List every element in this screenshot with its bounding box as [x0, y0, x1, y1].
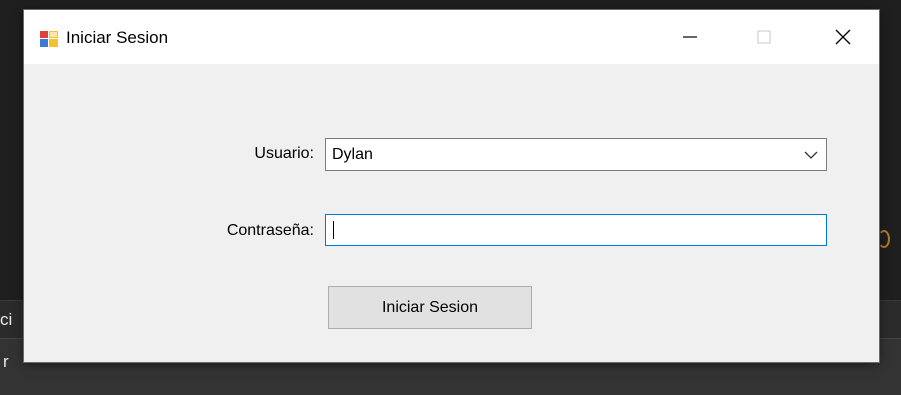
window-title: Iniciar Sesion	[66, 28, 168, 48]
text-caret	[333, 221, 334, 239]
app-icon	[40, 31, 58, 47]
close-button[interactable]	[815, 10, 871, 64]
login-window: Iniciar Sesion Usuario: Dylan Contraseña…	[24, 10, 879, 362]
title-bar[interactable]: Iniciar Sesion	[24, 10, 879, 64]
minimize-icon	[681, 28, 699, 46]
password-label: Contraseña:	[184, 222, 314, 240]
background-text-lower: r	[3, 352, 9, 372]
background-text: ci	[0, 310, 12, 330]
user-label: Usuario:	[214, 145, 314, 163]
chevron-down-icon[interactable]	[804, 150, 818, 160]
login-button[interactable]: Iniciar Sesion	[328, 286, 532, 329]
minimize-button[interactable]	[662, 10, 718, 64]
user-combobox[interactable]: Dylan	[325, 138, 827, 171]
close-icon	[834, 28, 852, 46]
background-indicator-icon	[878, 230, 890, 248]
user-combobox-value: Dylan	[332, 146, 373, 164]
maximize-icon	[755, 28, 773, 46]
maximize-button[interactable]	[736, 10, 792, 64]
password-field[interactable]	[325, 214, 827, 246]
